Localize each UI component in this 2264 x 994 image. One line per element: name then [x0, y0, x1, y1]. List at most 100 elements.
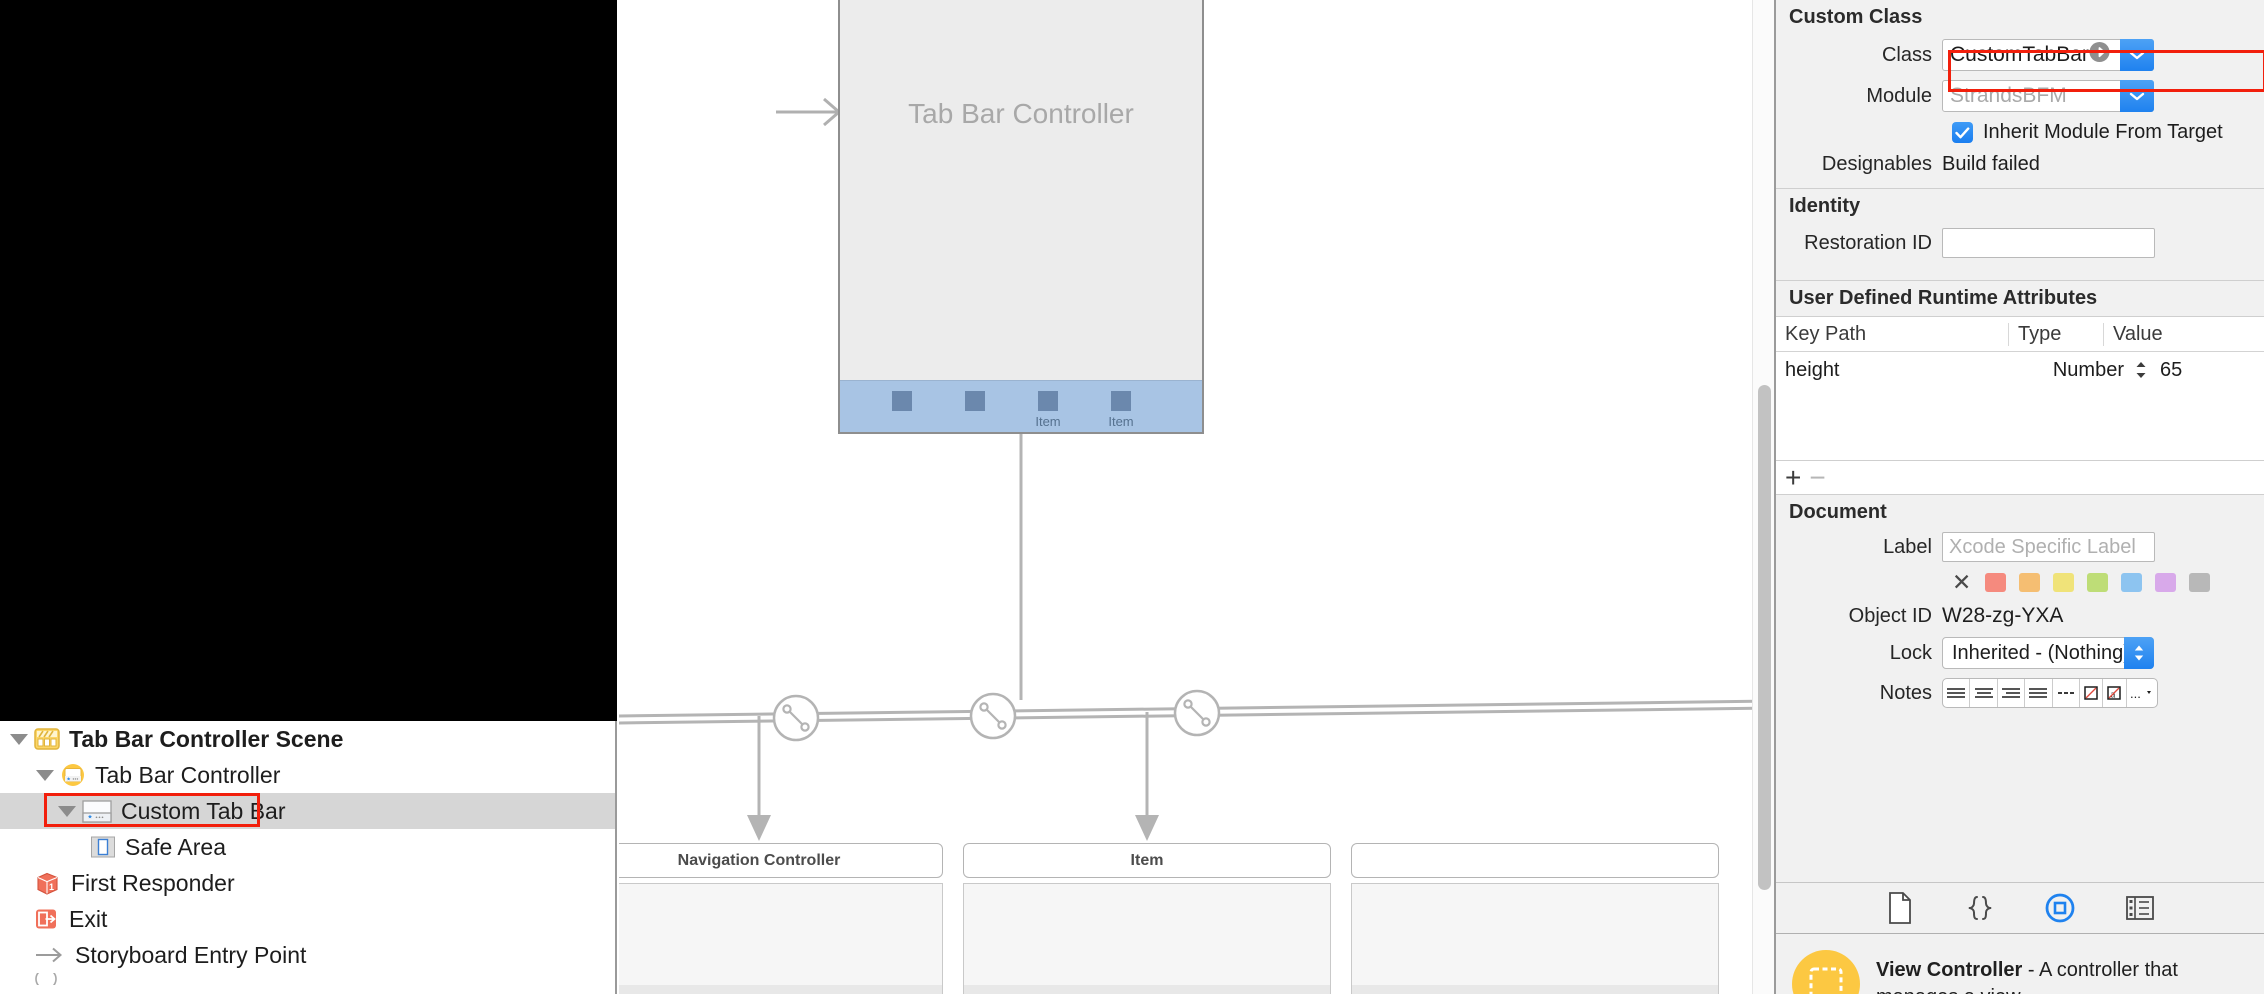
exit-icon [36, 909, 56, 929]
object-id-label: Object ID [1848, 604, 1932, 627]
swatch-yellow[interactable] [2053, 573, 2075, 592]
align-justify-icon[interactable] [2025, 679, 2053, 707]
outline-row-partial[interactable] [0, 973, 615, 985]
canvas-vertical-scrollbar[interactable] [1752, 0, 1774, 994]
disclosure-triangle-icon[interactable] [34, 764, 56, 786]
outline-label: Storyboard Entry Point [75, 941, 307, 968]
scene-navigation-controller[interactable]: Navigation Controller [619, 843, 943, 994]
quick-help-title: View Controller [1876, 959, 2023, 981]
outline-label: Tab Bar Controller Scene [69, 725, 344, 752]
label-color-swatches[interactable]: ✕ [1952, 571, 2264, 594]
user-defined-runtime-attributes-section: User Defined Runtime Attributes Key Path… [1776, 281, 2264, 494]
lock-stepper-icon[interactable] [2124, 637, 2154, 669]
module-value: StrandsBFM [1950, 84, 2067, 107]
scene-body[interactable] [1351, 883, 1719, 994]
entry-point-icon [36, 947, 63, 963]
udra-toolbar[interactable]: + − [1776, 460, 2264, 494]
outline-row-safe-area[interactable]: Safe Area [0, 829, 615, 865]
outline-row-tab-bar-controller[interactable]: Tab Bar Controller [0, 757, 615, 793]
scene-tree[interactable]: Tab Bar Controller Scene Tab Bar Control… [0, 721, 615, 994]
scene-item[interactable]: Item [963, 843, 1331, 994]
swatch-purple[interactable] [2155, 573, 2177, 592]
scene-body[interactable] [963, 883, 1331, 994]
quick-help-footer: View Controller - A controller that mana… [1776, 934, 2264, 994]
udra-type-stepper-icon[interactable] [2128, 359, 2154, 381]
udra-col-type[interactable]: Type [2008, 322, 2103, 346]
tab-item-label-4: Item [1108, 414, 1134, 429]
canvas-scrollbar-thumb[interactable] [1758, 385, 1771, 890]
custom-class-section-title: Custom Class [1789, 6, 1923, 28]
document-label-placeholder: Xcode Specific Label [1949, 535, 2136, 558]
swatch-green[interactable] [2087, 573, 2109, 592]
scene-title: Navigation Controller [619, 843, 943, 878]
notes-label: Notes [1879, 681, 1932, 704]
more-options-icon[interactable]: ... [2127, 679, 2157, 707]
relationship-segue-icon [35, 973, 57, 985]
inspector-tab-strip[interactable] [1776, 882, 2264, 934]
custom-tab-bar-canvas[interactable]: Item Item [840, 380, 1202, 432]
lock-label: Lock [1889, 641, 1932, 664]
storyboard-entry-arrow-icon [776, 97, 842, 127]
xcode-interface-builder-window: Tab Bar Controller Scene Tab Bar Control… [0, 0, 2264, 994]
align-right-icon[interactable] [1998, 679, 2026, 707]
tab-bar-controller-scene-canvas[interactable]: Tab Bar Controller Item Item [838, 0, 1204, 434]
swatch-blue[interactable] [2121, 573, 2143, 592]
tab-item-glyph-4[interactable] [1111, 391, 1131, 411]
identity-inspector-panel[interactable]: Custom Class Class CustomTabBar Module S… [1774, 0, 2264, 994]
udra-add-button[interactable]: + [1785, 463, 1801, 492]
udra-col-key-path[interactable]: Key Path [1776, 323, 2008, 346]
tab-item-glyph-3[interactable] [1038, 391, 1058, 411]
scene-body-bottom-bar [964, 985, 1330, 994]
module-field-label: Module [1866, 84, 1932, 107]
tab-bar-controller-canvas-title: Tab Bar Controller [908, 98, 1134, 129]
no-color-icon[interactable] [2080, 679, 2104, 707]
swatch-gray[interactable] [2189, 573, 2211, 592]
outline-row-storyboard-entry-point[interactable]: Storyboard Entry Point [0, 937, 615, 973]
outline-row-first-responder[interactable]: 1 First Responder [0, 865, 615, 901]
udra-col-value[interactable]: Value [2103, 322, 2264, 346]
jump-to-definition-icon[interactable] [2088, 41, 2111, 70]
outline-row-tab-bar-controller-scene[interactable]: Tab Bar Controller Scene [0, 721, 615, 757]
document-label-input[interactable]: Xcode Specific Label [1942, 532, 2155, 562]
disclosure-triangle-icon[interactable] [8, 728, 30, 750]
outline-row-exit[interactable]: Exit [0, 901, 615, 937]
udra-cell-type[interactable]: Number [2008, 359, 2128, 382]
udra-table-row[interactable]: height Number 65 [1776, 352, 2264, 388]
svg-text:...: ... [2130, 686, 2141, 700]
lock-value: Inherited - (Nothing) [1952, 641, 2130, 664]
outline-label: Custom Tab Bar [121, 797, 286, 824]
scene-title [1351, 843, 1719, 878]
file-inspector-tab[interactable] [1883, 891, 1917, 925]
custom-class-section: Custom Class Class CustomTabBar Module S… [1776, 0, 2264, 189]
notes-alignment-segmented-control[interactable]: a ... [1942, 678, 2158, 708]
outline-row-custom-tab-bar[interactable]: Custom Tab Bar [0, 793, 615, 829]
tab-item-glyph-2[interactable] [965, 391, 985, 411]
swatch-orange[interactable] [2019, 573, 2041, 592]
tab-item-glyph-1[interactable] [892, 391, 912, 411]
udra-remove-button[interactable]: − [1809, 463, 1825, 492]
class-combo-box[interactable]: CustomTabBar [1942, 39, 2154, 71]
udra-cell-key-path[interactable]: height [1776, 359, 2008, 382]
udra-cell-value[interactable]: 65 [2154, 359, 2264, 382]
storyboard-canvas[interactable]: Tab Bar Controller Item Item Navigation … [619, 0, 1774, 994]
document-outline-panel: Tab Bar Controller Scene Tab Bar Control… [0, 0, 617, 994]
disclosure-triangle-icon[interactable] [56, 800, 78, 822]
scene-body[interactable] [619, 883, 943, 994]
identity-inspector-tab[interactable] [2043, 891, 2077, 925]
lock-popup-button[interactable]: Inherited - (Nothing) [1942, 637, 2154, 669]
align-left-icon[interactable] [1943, 679, 1971, 707]
scene-third-partial[interactable] [1351, 843, 1719, 994]
swatch-red[interactable] [1985, 573, 2007, 592]
no-font-icon[interactable]: a [2103, 679, 2127, 707]
attributes-inspector-tab[interactable] [2123, 891, 2157, 925]
inherit-module-checkbox[interactable] [1952, 122, 1973, 143]
align-natural-icon[interactable] [2053, 679, 2080, 707]
restoration-id-input[interactable] [1942, 228, 2155, 258]
swatch-clear-button[interactable]: ✕ [1952, 571, 1971, 594]
align-center-icon[interactable] [1970, 679, 1998, 707]
class-dropdown-button[interactable] [2120, 39, 2154, 71]
module-dropdown-button[interactable] [2120, 80, 2154, 112]
quick-help-tab[interactable] [1963, 891, 1997, 925]
module-combo-box[interactable]: StrandsBFM [1942, 80, 2154, 112]
udra-table[interactable]: Key Path Type Value height Number 65 [1776, 316, 2264, 460]
